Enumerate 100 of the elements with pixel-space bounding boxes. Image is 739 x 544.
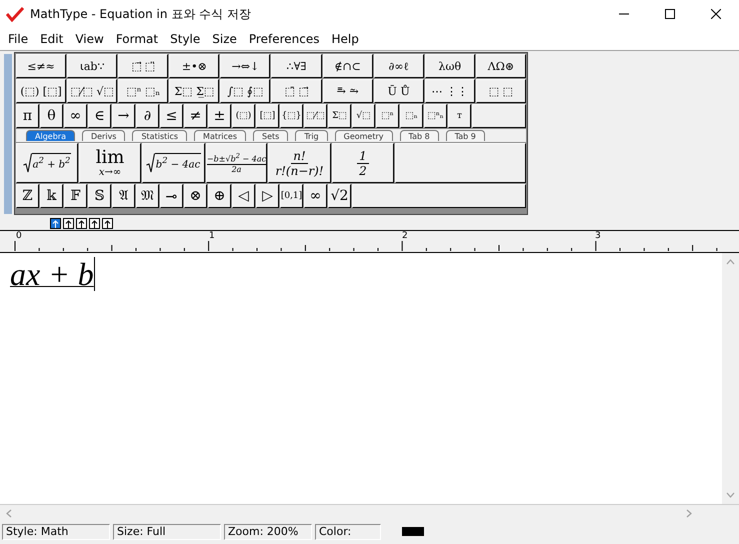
palette-button[interactable]: ⥱ ⥲ (322, 79, 373, 103)
close-icon (711, 9, 721, 19)
palette-button[interactable]: ⬚⁄⬚ √⬚ (67, 79, 118, 103)
ruler-label: 0 (15, 231, 23, 241)
menu-item[interactable]: Edit (34, 32, 70, 46)
palette-button[interactable]: ∴∀∃ (271, 54, 322, 78)
scroll-up-icon[interactable] (726, 259, 735, 265)
symbol-button[interactable]: [⬚] (256, 104, 279, 128)
status-style: Style: Math (2, 524, 110, 540)
symbol-button[interactable]: {⬚} (280, 104, 303, 128)
palette-tab[interactable]: Derivs (82, 130, 126, 141)
template-button[interactable]: 1 2 (332, 143, 394, 183)
ruler-label: 1 (208, 231, 216, 241)
menu-item[interactable]: View (69, 32, 110, 46)
symbol-button[interactable]: ⬚ⁿₙ (424, 104, 447, 128)
nudge-arrow-button[interactable] (50, 218, 61, 229)
symbol-button[interactable]: ◁ (232, 184, 255, 208)
palette-button[interactable]: ∫⬚ ∮⬚ (220, 79, 270, 103)
menu-item[interactable]: Help (325, 32, 365, 46)
symbol-button[interactable]: ⬚ₙ (400, 104, 423, 128)
symbol-button[interactable]: ⊸ (160, 184, 183, 208)
symbol-button[interactable]: ± (208, 104, 231, 128)
palette-tab[interactable]: Algebra (26, 130, 75, 141)
radical-sign-icon (146, 153, 155, 173)
symbol-button[interactable]: (⬚) (232, 104, 255, 128)
palette-button[interactable]: ⬚⃗ ⬚̈ (118, 54, 168, 78)
status-zoom: Zoom: 200% (224, 524, 312, 540)
symbol-button[interactable]: Σ⬚ (328, 104, 351, 128)
palette-button[interactable]: →⇔↓ (220, 54, 270, 78)
palette-button[interactable]: (⬚) [⬚] (16, 79, 66, 103)
symbol-button[interactable]: ≠ (184, 104, 207, 128)
symbol-button[interactable]: ▷ (256, 184, 279, 208)
palette-button[interactable]: Ū Ů (374, 79, 424, 103)
menu-item[interactable]: File (2, 32, 34, 46)
symbol-button[interactable]: ∞ (304, 184, 327, 208)
nudge-arrow-button[interactable] (89, 218, 100, 229)
status-color-label: Color: (315, 524, 381, 540)
symbol-button[interactable]: 𝔄 (112, 184, 135, 208)
palette-button[interactable]: ±•⊗ (169, 54, 220, 78)
palette-button[interactable]: Σ⬚ Σ̲⬚ (169, 79, 220, 103)
template-button[interactable]: lim x→∞ (79, 143, 141, 183)
window-title: MathType - Equation in 표와 수식 저장 (30, 6, 251, 22)
symbol-button[interactable]: ℤ (16, 184, 39, 208)
menu-item[interactable]: Size (206, 32, 243, 46)
symbol-button[interactable]: θ (40, 104, 63, 128)
palette-button[interactable]: ⍳ab∵ (67, 54, 118, 78)
menu-item[interactable]: Preferences (242, 32, 326, 46)
palette-button[interactable]: ∉∩⊂ (322, 54, 373, 78)
template-button[interactable]: −b±√b$^{2}$ − 4ac 2a (206, 143, 267, 183)
symbol-button[interactable]: 𝔐 (136, 184, 159, 208)
palette-button[interactable]: ≤≠≈ (16, 54, 66, 78)
palette-tab[interactable]: Tab 9 (446, 130, 485, 141)
symbol-button[interactable]: √⬚ (352, 104, 375, 128)
palette-button[interactable]: ∂∞ℓ (374, 54, 424, 78)
palette-button[interactable]: ⬚ ⬚ (476, 79, 526, 103)
symbol-button[interactable]: 𝕜 (40, 184, 63, 208)
symbol-button[interactable]: ∂ (136, 104, 159, 128)
ruler-label: 2 (401, 231, 409, 241)
symbol-button[interactable]: ∞ (64, 104, 87, 128)
scroll-right-icon[interactable] (686, 509, 692, 518)
palette-button[interactable]: ⋯ ⋮⋮ (424, 79, 475, 103)
symbol-button[interactable]: ⊗ (184, 184, 207, 208)
template-button[interactable]: n! r!(n−r)! (268, 143, 331, 183)
symbol-button[interactable]: → (112, 104, 135, 128)
maximize-icon (665, 9, 675, 19)
palette-tab[interactable]: Sets (253, 130, 288, 141)
symbol-button[interactable]: ⬚⁄⬚ (304, 104, 327, 128)
symbol-button[interactable]: √2 (328, 184, 351, 208)
nudge-arrow-button[interactable] (76, 218, 87, 229)
symbol-button[interactable]: 𝕊 (88, 184, 111, 208)
scroll-down-icon[interactable] (726, 492, 735, 498)
palette-tab[interactable]: Tab 8 (400, 130, 439, 141)
palette-button[interactable]: λωθ (424, 54, 475, 78)
menu-item[interactable]: Format (110, 32, 164, 46)
toolbar-handle[interactable] (4, 54, 12, 214)
symbol-button[interactable]: ≤ (160, 104, 183, 128)
symbol-button[interactable]: ᴛ (448, 104, 471, 128)
symbol-button[interactable]: ⬚ⁿ (376, 104, 399, 128)
nudge-arrow-button[interactable] (63, 218, 74, 229)
template-button[interactable]: a$^{2}$ + b$^{2}$ (16, 143, 78, 183)
symbol-button[interactable]: π (16, 104, 39, 128)
status-size: Size: Full (113, 524, 221, 540)
palette-tab[interactable]: Trig (295, 130, 328, 141)
symbol-button[interactable]: ⊕ (208, 184, 231, 208)
radical-sign-icon (22, 153, 32, 173)
symbol-button[interactable]: [0,1] (280, 184, 303, 208)
scroll-left-icon[interactable] (6, 509, 12, 518)
palette-tab[interactable]: Geometry (334, 130, 393, 141)
palette-tab[interactable]: Statistics (132, 130, 188, 141)
ruler-label: 3 (594, 231, 602, 241)
symbol-button[interactable]: ∈ (88, 104, 111, 128)
template-button[interactable]: b$^{2}$ − 4ac (142, 143, 205, 183)
nudge-arrow-button[interactable] (102, 218, 113, 229)
palette-button[interactable]: ⬚ⁿ ⬚ₙ (118, 79, 168, 103)
menu-item[interactable]: Style (164, 32, 206, 46)
palette-tab[interactable]: Matrices (194, 130, 246, 141)
palette-button[interactable]: ⬚̄ ⬚⃗ (271, 79, 322, 103)
equation-text: ax + b (10, 257, 95, 291)
symbol-button[interactable]: 𝔽 (64, 184, 87, 208)
palette-button[interactable]: ΛΩ⊛ (476, 54, 526, 78)
